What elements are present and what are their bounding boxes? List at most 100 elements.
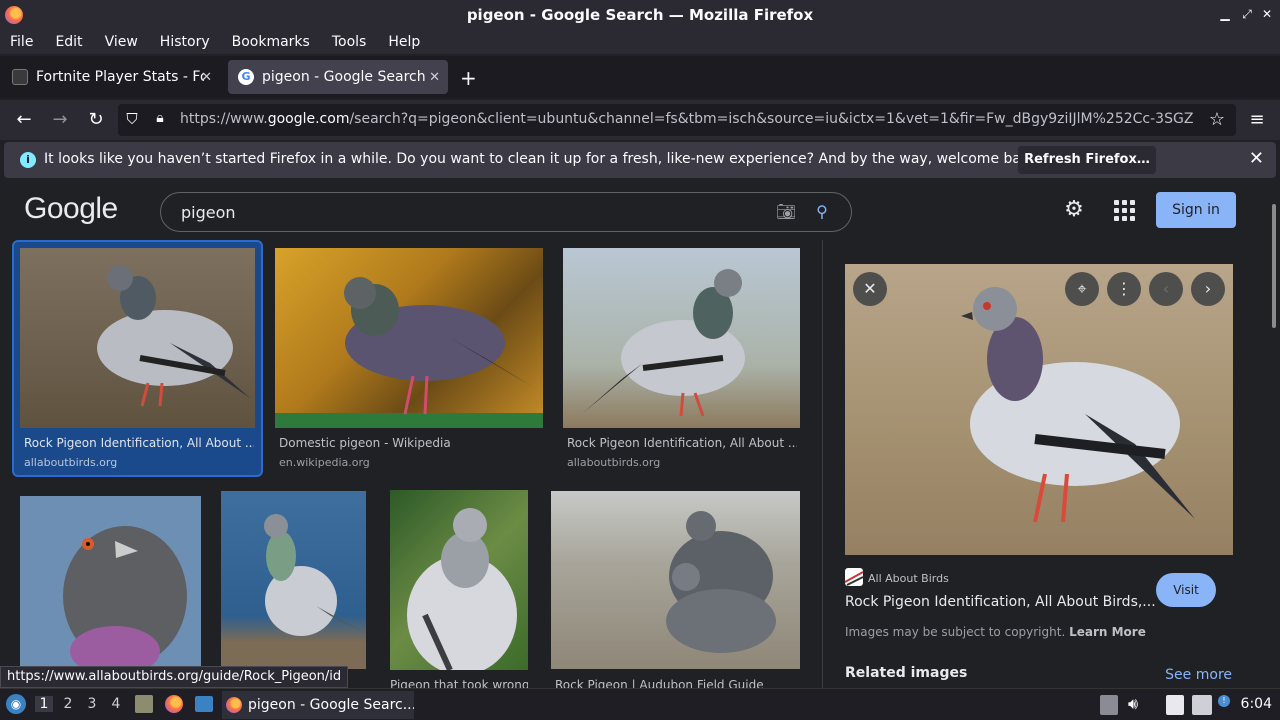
sign-in-button[interactable]: Sign in: [1156, 192, 1236, 228]
bookmark-star-icon[interactable]: ☆: [1206, 109, 1228, 131]
google-logo[interactable]: Google: [24, 192, 118, 226]
menu-file[interactable]: File: [10, 34, 33, 50]
result-title[interactable]: Pigeon that took wrong ...: [390, 678, 528, 688]
window-title: pigeon - Google Search — Mozilla Firefox: [466, 6, 814, 24]
result-title[interactable]: Rock Pigeon Identification, All About ..…: [567, 436, 797, 450]
reload-icon[interactable]: ↻: [85, 109, 107, 131]
new-tab-icon[interactable]: +: [460, 66, 477, 90]
see-more-link[interactable]: See more: [1165, 667, 1232, 683]
chevron-right-icon[interactable]: ›: [1191, 272, 1225, 306]
search-icon[interactable]: ⚲: [811, 201, 833, 223]
tab-fortnite[interactable]: Fortnite Player Stats - Fo ✕: [2, 60, 220, 94]
copyright-text: Images may be subject to copyright.: [845, 625, 1066, 639]
taskbar-window-title: pigeon - Google Searc...: [248, 697, 414, 713]
pigeon-image: [407, 508, 517, 670]
refresh-firefox-button[interactable]: Refresh Firefox…: [1018, 146, 1156, 174]
menu-history[interactable]: History: [160, 34, 210, 50]
notification-bar: i It looks like you haven’t started Fire…: [4, 142, 1276, 178]
start-menu-icon[interactable]: ◉: [6, 694, 26, 714]
lens-icon[interactable]: ⌖: [1065, 272, 1099, 306]
visit-button[interactable]: Visit: [1156, 573, 1216, 607]
display-icon[interactable]: [1192, 695, 1212, 715]
preview-image[interactable]: [845, 264, 1233, 555]
tab-close-icon[interactable]: ✕: [201, 70, 212, 85]
taskbar: ◉ 1 2 3 4 pigeon - Google Searc... 🔊︎ ! …: [0, 688, 1280, 720]
result-title[interactable]: Rock Pigeon | Audubon Field Guide: [555, 678, 800, 688]
close-icon[interactable]: ✕: [1249, 148, 1264, 169]
workspace-4[interactable]: 4: [107, 696, 125, 712]
result-image-1[interactable]: [20, 248, 255, 428]
chevron-left-icon[interactable]: ‹: [1149, 272, 1183, 306]
firefox-logo-icon: [5, 6, 23, 24]
tab-close-icon[interactable]: ✕: [429, 70, 440, 85]
forward-arrow-icon[interactable]: →: [49, 109, 71, 131]
pigeon-image: [97, 265, 250, 407]
result-source: allaboutbirds.org: [567, 456, 661, 469]
update-notification-icon[interactable]: !: [1218, 695, 1230, 707]
menu-help[interactable]: Help: [388, 34, 420, 50]
volume-icon[interactable]: 🔊︎: [1128, 694, 1138, 714]
file-manager-icon[interactable]: [135, 695, 153, 713]
url-bar[interactable]: ⛉ 🔒︎ https://www.google.com/search?q=pig…: [118, 104, 1236, 136]
camera-icon[interactable]: 📷︎: [775, 201, 797, 223]
gear-icon[interactable]: ⚙: [1062, 198, 1086, 222]
result-title[interactable]: Rock Pigeon Identification, All About ..…: [24, 436, 254, 450]
google-header: Google pigeon 📷︎ ⚲ ⚙ Sign in: [0, 182, 1268, 240]
tab-google-search[interactable]: G pigeon - Google Search ✕: [228, 60, 448, 94]
learn-more-link[interactable]: Learn More: [1069, 625, 1146, 639]
clock[interactable]: 6:04: [1241, 696, 1272, 712]
menu-view[interactable]: View: [105, 34, 138, 50]
google-favicon-icon: G: [238, 69, 254, 85]
scrollbar-thumb[interactable]: [1272, 204, 1276, 328]
desktop-icon[interactable]: [195, 696, 213, 712]
more-options-icon[interactable]: ⋮: [1107, 272, 1141, 306]
maximize-icon[interactable]: ⤢: [1238, 5, 1256, 23]
pigeon-image: [961, 287, 1195, 523]
tab-bar: Fortnite Player Stats - Fo ✕ G pigeon - …: [0, 56, 1280, 98]
url-prefix: https://www.: [180, 111, 268, 127]
pigeon-image: [264, 514, 361, 636]
related-images-heading: Related images: [845, 665, 968, 681]
pigeon-image: [275, 277, 543, 428]
result-image-5[interactable]: [221, 491, 366, 669]
preview-title[interactable]: Rock Pigeon Identification, All About Bi…: [845, 594, 1156, 610]
close-window-icon[interactable]: ✕: [1258, 5, 1276, 23]
pigeon-image: [63, 526, 187, 666]
minimize-icon[interactable]: ▁: [1216, 5, 1234, 23]
menu-tools[interactable]: Tools: [332, 34, 367, 50]
apps-grid-icon[interactable]: [1112, 198, 1136, 222]
url-text[interactable]: https://www.google.com/search?q=pigeon&c…: [180, 111, 1200, 127]
result-image-6[interactable]: [390, 490, 528, 670]
workspace-3[interactable]: 3: [83, 696, 101, 712]
window-titlebar: pigeon - Google Search — Mozilla Firefox…: [0, 0, 1280, 30]
result-image-2[interactable]: [275, 248, 543, 428]
menu-edit[interactable]: Edit: [55, 34, 82, 50]
back-arrow-icon[interactable]: ←: [13, 109, 35, 131]
page-scrollbar[interactable]: [1268, 182, 1280, 688]
close-icon[interactable]: ✕: [853, 272, 887, 306]
result-image-4[interactable]: [20, 496, 201, 666]
firefox-launcher-icon[interactable]: [165, 695, 183, 713]
notes-icon[interactable]: [1166, 695, 1184, 715]
shield-icon[interactable]: ⛉: [122, 110, 142, 130]
navigation-bar: ← → ↻ ⛉ 🔒︎ https://www.google.com/search…: [0, 100, 1280, 140]
site-name[interactable]: All About Birds: [868, 572, 949, 585]
hamburger-menu-icon[interactable]: ≡: [1246, 109, 1268, 131]
url-domain: google.com: [267, 111, 350, 127]
menu-bar: File Edit View History Bookmarks Tools H…: [0, 30, 1280, 54]
workspace-1[interactable]: 1: [35, 696, 53, 712]
menu-bookmarks[interactable]: Bookmarks: [232, 34, 310, 50]
pigeon-image: [666, 511, 776, 653]
result-image-7[interactable]: [551, 491, 800, 669]
copyright-notice: Images may be subject to copyright. Lear…: [845, 625, 1146, 639]
clipboard-icon[interactable]: [1100, 695, 1118, 715]
lock-icon[interactable]: 🔒︎: [152, 110, 168, 130]
search-input[interactable]: pigeon 📷︎ ⚲: [160, 192, 852, 232]
result-source: en.wikipedia.org: [279, 456, 370, 469]
workspace-2[interactable]: 2: [59, 696, 77, 712]
taskbar-window-item[interactable]: pigeon - Google Searc...: [222, 691, 414, 719]
result-title[interactable]: Domestic pigeon - Wikipedia: [279, 436, 539, 450]
result-image-3[interactable]: [563, 248, 800, 428]
image-preview-panel: ✕ ⌖ ⋮ ‹ › All About Birds Rock Pigeon Id…: [822, 240, 1256, 688]
search-query[interactable]: pigeon: [181, 203, 236, 222]
